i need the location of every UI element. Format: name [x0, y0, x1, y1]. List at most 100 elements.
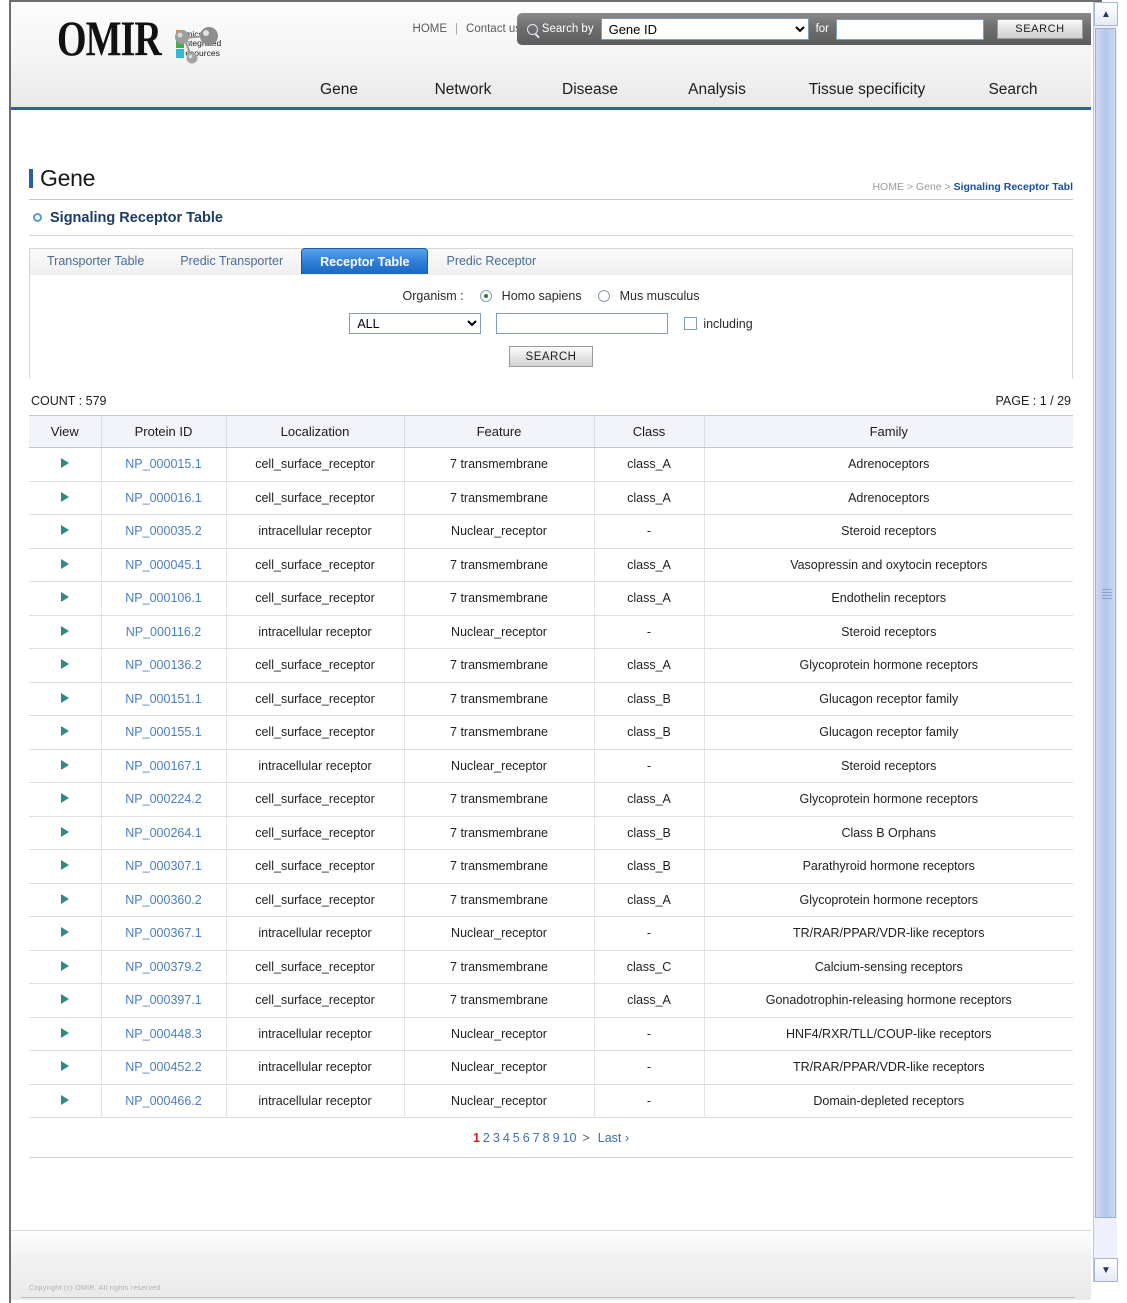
pagination-page-9[interactable]: 9 [553, 1131, 560, 1145]
protein-id-link[interactable]: NP_000224.2 [125, 792, 201, 806]
protein-id-link[interactable]: NP_000360.2 [125, 893, 201, 907]
protein-id-link[interactable]: NP_000155.1 [125, 725, 201, 739]
cell-view [29, 983, 102, 1018]
view-arrow-icon[interactable] [60, 592, 69, 603]
protein-id-link[interactable]: NP_000136.2 [125, 658, 201, 672]
cell-protein-id: NP_000452.2 [101, 1050, 227, 1085]
view-arrow-icon[interactable] [60, 860, 69, 871]
cell-protein-id: NP_000016.1 [101, 481, 227, 515]
protein-id-link[interactable]: NP_000264.1 [125, 826, 201, 840]
search-icon [526, 23, 538, 35]
protein-id-link[interactable]: NP_000151.1 [125, 692, 201, 706]
cell-class: - [594, 749, 705, 783]
pagination-page-10[interactable]: 10 [563, 1131, 577, 1145]
cell-protein-id: NP_000106.1 [101, 581, 227, 616]
view-arrow-icon[interactable] [60, 726, 69, 737]
view-arrow-icon[interactable] [60, 625, 69, 636]
nav-item-network[interactable]: Network [399, 81, 527, 99]
table-body: NP_000015.1 cell_surface_receptor 7 transm… [29, 447, 1073, 1118]
table-row: NP_000452.2 intracellular receptor Nuclear… [29, 1050, 1073, 1085]
nav-item-disease[interactable]: Disease [527, 81, 653, 99]
view-arrow-icon[interactable] [60, 1094, 69, 1105]
cell-feature: 7 transmembrane [404, 782, 595, 817]
view-arrow-icon[interactable] [60, 525, 69, 536]
vertical-scrollbar[interactable]: ▲ ▼ [1093, 2, 1118, 1282]
cell-class: class_A [594, 481, 705, 515]
scroll-up-button[interactable]: ▲ [1094, 2, 1118, 26]
cell-localization: cell_surface_receptor [226, 782, 405, 817]
protein-id-link[interactable]: NP_000035.2 [125, 524, 201, 538]
view-arrow-icon[interactable] [60, 659, 69, 670]
radio-mus-musculus[interactable] [597, 290, 610, 302]
filter-search-button[interactable]: SEARCH [509, 346, 593, 367]
protein-id-link[interactable]: NP_000016.1 [125, 491, 201, 505]
nav-item-search[interactable]: Search [953, 81, 1073, 99]
nav-item-tissue-specificity[interactable]: Tissue specificity [781, 81, 953, 99]
protein-id-link[interactable]: NP_000116.2 [126, 625, 202, 639]
radio-homo-sapiens[interactable] [479, 290, 492, 302]
view-arrow-icon[interactable] [60, 458, 69, 469]
pagination-page-6[interactable]: 6 [523, 1131, 530, 1145]
nav-item-analysis[interactable]: Analysis [653, 81, 781, 99]
view-arrow-icon[interactable] [60, 826, 69, 837]
global-search-input[interactable] [836, 18, 984, 40]
view-arrow-icon[interactable] [60, 491, 69, 502]
pagination-page-1[interactable]: 1 [473, 1131, 480, 1145]
tab-strip: Transporter Table Predic Transporter Rec… [29, 248, 1073, 275]
filter-field-select[interactable]: ALL [349, 313, 482, 334]
protein-id-link[interactable]: NP_000045.1 [125, 558, 201, 572]
pagination-page-5[interactable]: 5 [513, 1131, 520, 1145]
pagination-page-4[interactable]: 4 [503, 1131, 510, 1145]
view-arrow-icon[interactable] [60, 1027, 69, 1038]
table-row: NP_000379.2 cell_surface_receptor 7 transm… [29, 950, 1073, 984]
cell-feature: 7 transmembrane [404, 816, 595, 850]
global-search-button[interactable]: SEARCH [997, 19, 1083, 39]
protein-id-link[interactable]: NP_000466.2 [125, 1094, 201, 1108]
view-arrow-icon[interactable] [60, 692, 69, 703]
breadcrumb-current: Signaling Receptor Tabl [953, 181, 1073, 193]
tab-receptor-table[interactable]: Receptor Table [301, 248, 429, 274]
filter-keyword-input[interactable] [496, 313, 669, 334]
pagination-last[interactable]: Last › [598, 1131, 629, 1145]
protein-id-link[interactable]: NP_000167.1 [125, 759, 201, 773]
including-checkbox[interactable] [684, 317, 698, 330]
cell-feature: Nuclear_receptor [404, 1084, 595, 1118]
cell-feature: 7 transmembrane [404, 883, 595, 917]
view-arrow-icon[interactable] [60, 960, 69, 971]
view-arrow-icon[interactable] [60, 793, 69, 804]
home-link[interactable]: HOME [413, 23, 448, 35]
protein-id-link[interactable]: NP_000367.1 [125, 926, 201, 940]
view-arrow-icon[interactable] [60, 927, 69, 938]
pagination-page-8[interactable]: 8 [543, 1131, 550, 1145]
protein-id-link[interactable]: NP_000397.1 [125, 993, 201, 1007]
pagination-page-7[interactable]: 7 [533, 1131, 540, 1145]
protein-id-link[interactable]: NP_000448.3 [125, 1027, 201, 1041]
pagination-page-2[interactable]: 2 [483, 1131, 490, 1145]
main-navigation: Gene Network Disease Analysis Tissue spe… [279, 81, 1073, 99]
search-field-select[interactable]: Gene ID [600, 18, 809, 40]
protein-id-link[interactable]: NP_000379.2 [125, 960, 201, 974]
tab-predic-transporter[interactable]: Predic Transporter [162, 248, 301, 274]
view-arrow-icon[interactable] [60, 1061, 69, 1072]
scroll-down-button[interactable]: ▼ [1094, 1258, 1118, 1282]
cell-view [29, 916, 102, 951]
page-title: Gene [40, 165, 96, 191]
view-arrow-icon[interactable] [60, 893, 69, 904]
tab-transporter-table[interactable]: Transporter Table [29, 248, 162, 274]
cell-feature: 7 transmembrane [404, 648, 595, 683]
scrollbar-thumb[interactable] [1095, 28, 1116, 1218]
view-arrow-icon[interactable] [60, 994, 69, 1005]
radio-mus-musculus-label: Mus musculus [619, 289, 700, 303]
search-for-label: for [815, 23, 829, 35]
view-arrow-icon[interactable] [60, 558, 69, 569]
nav-item-gene[interactable]: Gene [279, 81, 399, 99]
pagination-next[interactable]: > [582, 1131, 589, 1145]
pagination-page-3[interactable]: 3 [493, 1131, 500, 1145]
tab-predic-receptor[interactable]: Predic Receptor [428, 248, 554, 274]
protein-id-link[interactable]: NP_000106.1 [125, 591, 201, 605]
protein-id-link[interactable]: NP_000307.1 [125, 859, 201, 873]
contact-us-link[interactable]: Contact us [466, 23, 521, 35]
protein-id-link[interactable]: NP_000015.1 [125, 457, 201, 471]
view-arrow-icon[interactable] [60, 759, 69, 770]
protein-id-link[interactable]: NP_000452.2 [125, 1060, 201, 1074]
